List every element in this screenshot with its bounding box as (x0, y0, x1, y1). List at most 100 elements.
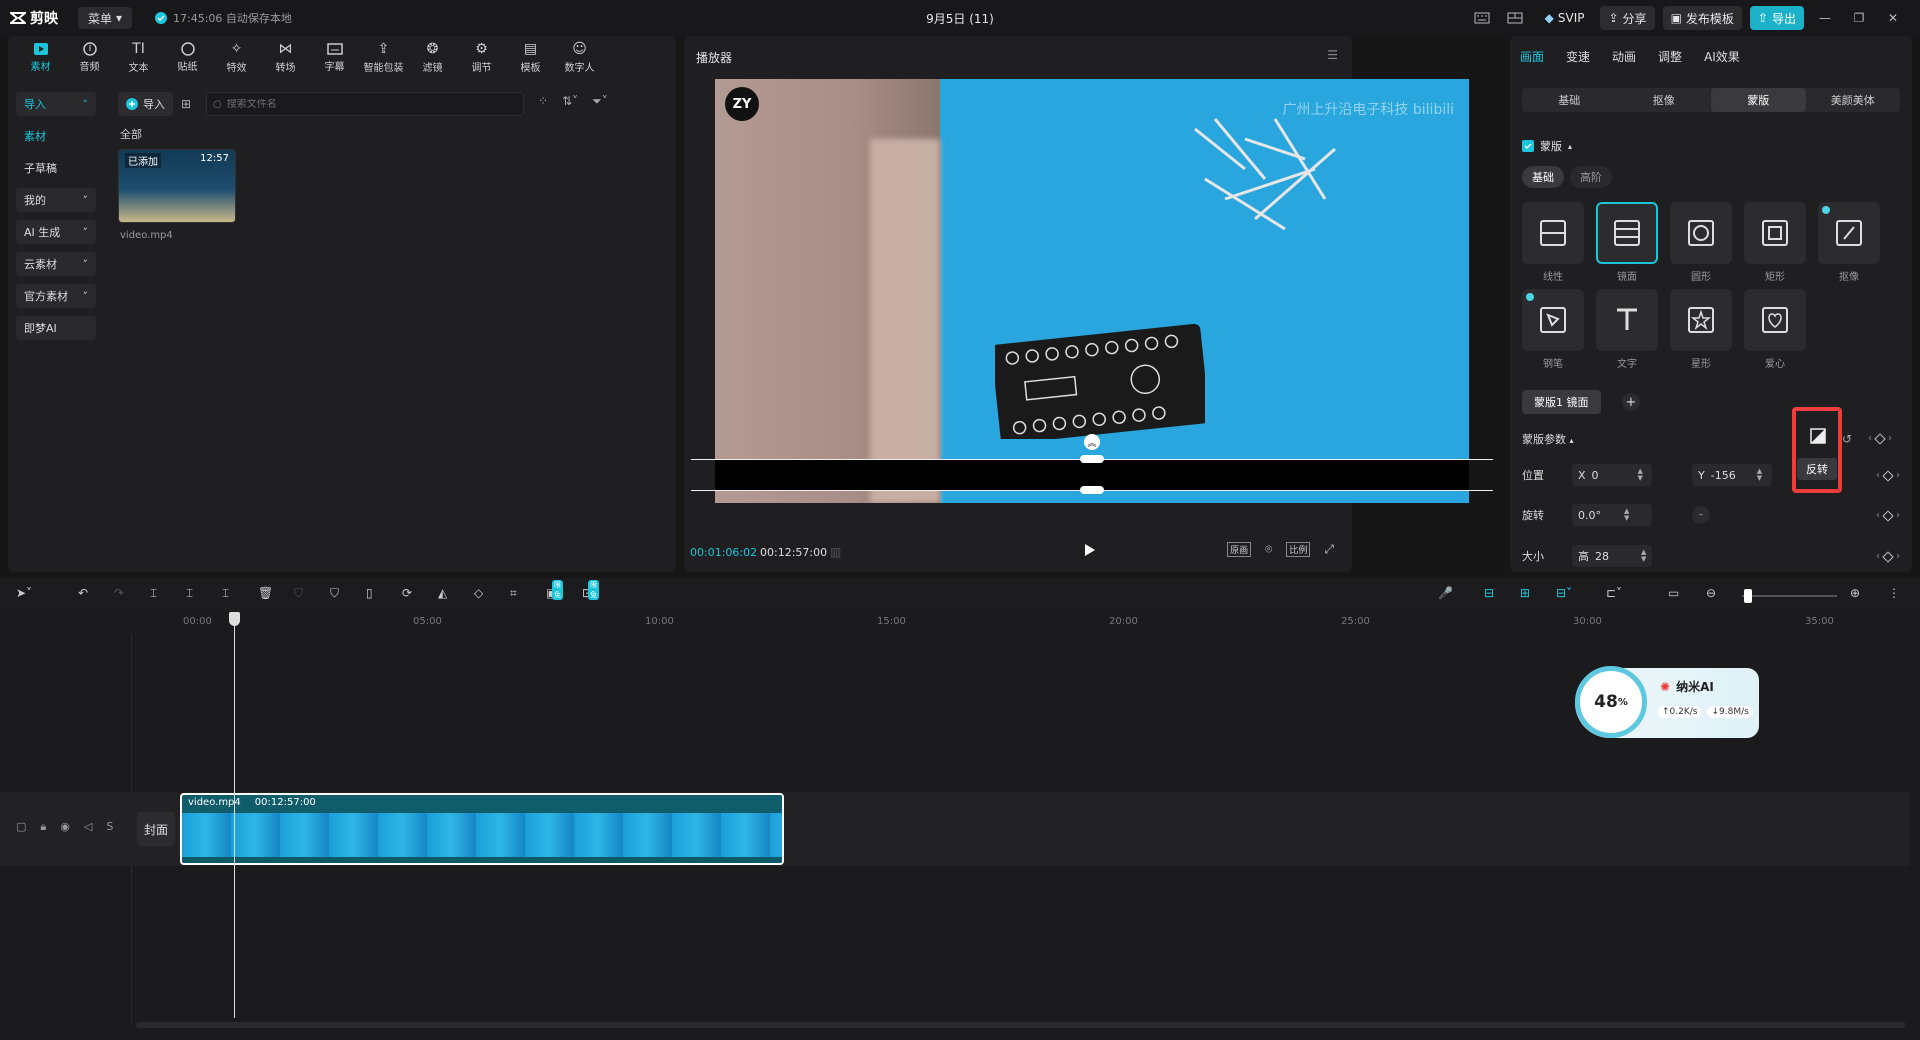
minimize-icon[interactable]: — (1812, 6, 1838, 30)
freeze-icon[interactable]: ▯ (366, 586, 373, 600)
solo-icon[interactable]: S (106, 820, 113, 834)
layout-icon[interactable] (1503, 6, 1529, 30)
mark-icon[interactable]: ⛉ (294, 586, 303, 601)
sidebar-item-import[interactable]: 导入 ˄ (16, 92, 96, 116)
eye-icon[interactable]: ◉ (60, 820, 70, 834)
sidebar-item-subdraft[interactable]: 子草稿 (16, 156, 96, 180)
export-button[interactable]: ⇧ 导出 (1749, 6, 1804, 30)
snapshot-icon[interactable]: ⌾ (1265, 542, 1272, 557)
mode-basic[interactable]: 基础 (1522, 166, 1564, 188)
rotation-field[interactable]: ▲▼ (1572, 504, 1652, 526)
sidebar-item-mine[interactable]: 我的 ˅ (16, 188, 96, 212)
mask-shape-circle[interactable]: 圆形 (1670, 202, 1732, 283)
view-toggle-icon[interactable]: ⁘ (538, 94, 548, 109)
more-icon[interactable]: ⋮ (1888, 586, 1900, 600)
tab-ai-effects[interactable]: AI效果 (1704, 48, 1740, 65)
select-tool-icon[interactable]: ➤˅ (16, 586, 32, 600)
tab-animation[interactable]: 动画 (1612, 48, 1636, 65)
grid-view-icon[interactable]: ⊞ (181, 97, 191, 111)
mask-handle-top[interactable] (1080, 455, 1104, 463)
playhead-handle[interactable] (229, 612, 240, 626)
mask-shape-mirror[interactable]: 镜面 (1596, 202, 1658, 283)
height-field[interactable]: 高 ▲▼ (1572, 545, 1652, 567)
fullscreen-icon[interactable]: ⤢ (1324, 542, 1334, 557)
crop-icon[interactable]: ⌗ (510, 586, 517, 601)
mask-shape-pen[interactable]: 钢笔 (1522, 289, 1584, 370)
close-icon[interactable]: ✕ (1880, 6, 1906, 30)
main-track-magnet-icon[interactable]: ⊟ (1484, 586, 1494, 600)
rotation-keyframe[interactable]: ‹ › (1876, 509, 1900, 522)
mask-toggle[interactable]: 蒙版 ▴ (1522, 138, 1572, 154)
subtab-mask[interactable]: 蒙版 (1711, 88, 1806, 112)
mask-shape-star[interactable]: 星形 (1670, 289, 1732, 370)
tab-effects[interactable]: ✧ 特效 (212, 36, 261, 78)
size-keyframe[interactable]: ‹ › (1876, 550, 1900, 563)
delete-icon[interactable]: 🗑 (258, 586, 273, 600)
mask-shape-rectangle[interactable]: 矩形 (1744, 202, 1806, 283)
filter-icon[interactable]: ⏷˅ (592, 94, 608, 109)
tab-smart-pack[interactable]: ⇪ 智能包装 (359, 36, 408, 78)
microphone-icon[interactable]: 🎤 (1438, 586, 1453, 600)
zoom-slider-knob[interactable] (1744, 589, 1752, 603)
original-quality-button[interactable]: 原画 (1227, 542, 1252, 557)
y-input[interactable] (1710, 468, 1751, 482)
stepper-icon[interactable]: ▲ ▼ (1757, 468, 1762, 482)
subtab-basic[interactable]: 基础 (1522, 88, 1617, 112)
tab-adjust[interactable]: ⚙ 调节 (457, 36, 506, 78)
tab-adjust[interactable]: 调整 (1658, 48, 1682, 65)
tab-filter[interactable]: ❂ 滤镜 (408, 36, 457, 78)
mask-shape-text[interactable]: 文字 (1596, 289, 1658, 370)
undo-icon[interactable]: ↶ (78, 586, 88, 600)
play-button[interactable] (1084, 543, 1096, 557)
media-thumbnail[interactable]: 已添加 12:57 (118, 149, 236, 223)
stepper-icon[interactable]: ▲ ▼ (1641, 549, 1646, 563)
auto-snap-icon[interactable]: ⊞ (1520, 586, 1530, 600)
subtab-cutout[interactable]: 抠像 (1617, 88, 1712, 112)
keyboard-icon[interactable] (1469, 6, 1495, 30)
sidebar-item-cloud[interactable]: 云素材 ˅ (16, 252, 96, 276)
lock-icon[interactable]: 🔒︎ (40, 820, 46, 834)
tab-picture[interactable]: 画面 (1520, 48, 1544, 65)
restore-icon[interactable]: ❐ (1846, 6, 1872, 30)
sidebar-item-official[interactable]: 官方素材 ˅ (16, 284, 96, 308)
keyframe-icon[interactable] (1882, 469, 1894, 482)
ratio-button[interactable]: 比例 (1286, 542, 1311, 557)
svip-button[interactable]: ◆ SVIP (1537, 6, 1593, 30)
x-input[interactable] (1591, 468, 1632, 482)
checkbox-checked-icon[interactable] (1522, 140, 1534, 152)
search-input[interactable] (226, 98, 507, 110)
zoom-in-icon[interactable]: ⊕ (1850, 586, 1860, 600)
position-keyframe[interactable]: ‹ › (1876, 469, 1900, 482)
ai-tool-icon[interactable]: ▣限免 (546, 580, 563, 600)
reverse-icon[interactable]: ⟳ (402, 586, 412, 600)
redo-icon[interactable]: ↷ (114, 586, 124, 600)
menu-icon[interactable]: ☰ (1327, 48, 1338, 62)
mirror-icon[interactable]: ◭ (438, 586, 447, 600)
timeline-scrollbar[interactable] (136, 1022, 1906, 1028)
keyframe-icon[interactable] (1882, 509, 1894, 522)
tab-sticker[interactable]: 贴纸 (163, 36, 212, 78)
sort-icon[interactable]: ⇅˅ (562, 94, 578, 109)
search-box[interactable]: ○ (206, 92, 524, 116)
rotate-icon[interactable]: ◇ (474, 586, 483, 600)
mask-params-header[interactable]: 蒙版参数 ▴ (1522, 431, 1574, 447)
video-clip[interactable]: video.mp4 00:12:57:00 (180, 793, 784, 865)
tab-template[interactable]: ▤ 模板 (506, 36, 555, 78)
timeline-ruler[interactable]: 00:00 05:00 10:00 15:00 20:00 25:00 30:0… (0, 612, 1920, 634)
split-right-icon[interactable]: ⌶ (222, 586, 229, 601)
feather-handle-icon[interactable]: ︽ (1084, 434, 1100, 450)
rotation-dial-icon[interactable]: – (1692, 506, 1710, 524)
linkage-icon[interactable]: ⊟˅ (1556, 586, 1572, 600)
tab-transition[interactable]: ⋈ 转场 (261, 36, 310, 78)
tab-speed[interactable]: 变速 (1566, 48, 1590, 65)
mask-shape-linear[interactable]: 线性 (1522, 202, 1584, 283)
y-field[interactable]: Y ▲▼ (1692, 464, 1772, 486)
cover-button[interactable]: 封面 (137, 812, 175, 846)
ai-cut-icon[interactable]: ⊡限免 (582, 580, 599, 600)
playhead-line[interactable] (234, 612, 235, 1018)
height-input[interactable] (1595, 549, 1635, 563)
tab-media[interactable]: 素材 (16, 36, 65, 78)
tab-digital-human[interactable]: ☺ 数字人 (555, 36, 604, 78)
menu-button[interactable]: 菜单 ▾ (78, 7, 132, 29)
timeline-list-icon[interactable]: ▥ (830, 545, 841, 559)
